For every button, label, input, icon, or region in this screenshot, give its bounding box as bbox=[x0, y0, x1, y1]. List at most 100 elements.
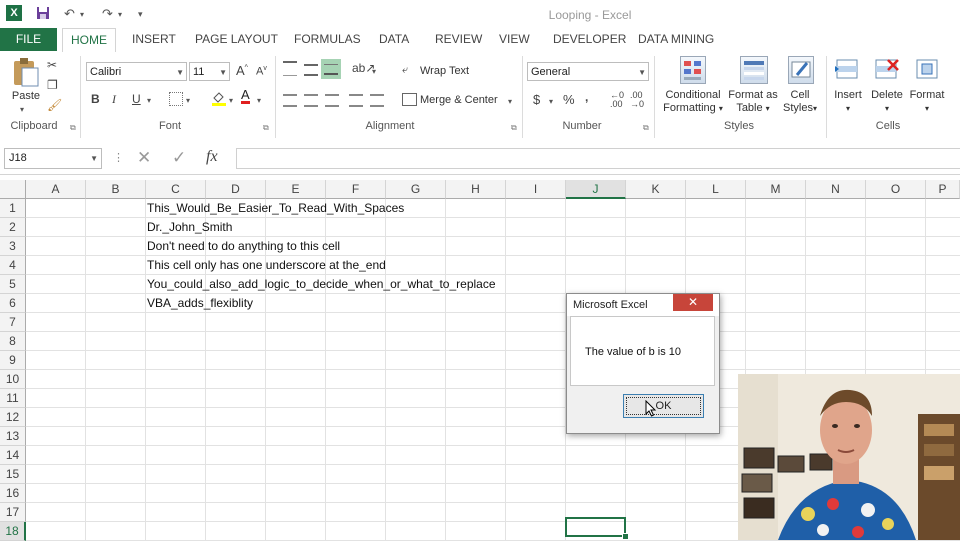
font-color-dropdown-icon[interactable]: ▾ bbox=[257, 96, 261, 105]
select-all-corner[interactable] bbox=[0, 180, 26, 199]
row-header-14[interactable]: 14 bbox=[0, 446, 26, 465]
fill-handle[interactable] bbox=[622, 533, 629, 540]
column-header-k[interactable]: K bbox=[626, 180, 686, 199]
tab-page-layout[interactable]: PAGE LAYOUT bbox=[195, 28, 278, 51]
format-as-table-button[interactable]: Format as Table ▾ bbox=[725, 89, 781, 115]
tab-review[interactable]: REVIEW bbox=[435, 28, 482, 51]
format-painter-icon[interactable]: 🖌 bbox=[47, 98, 62, 112]
close-icon[interactable]: ✕ bbox=[673, 294, 713, 311]
column-header-b[interactable]: B bbox=[86, 180, 146, 199]
number-format-select[interactable]: General ▼ bbox=[527, 62, 649, 81]
formula-bar-grip-icon[interactable]: ⋮ bbox=[113, 151, 124, 164]
underline-dropdown-icon[interactable]: ▾ bbox=[147, 96, 151, 105]
borders-icon[interactable] bbox=[169, 92, 183, 106]
increase-indent-icon[interactable] bbox=[370, 94, 384, 107]
cell-c3[interactable]: Don't need to do anything to this cell bbox=[147, 237, 340, 256]
row-header-2[interactable]: 2 bbox=[0, 218, 26, 237]
column-header-d[interactable]: D bbox=[206, 180, 266, 199]
ok-button[interactable]: OK bbox=[623, 394, 704, 418]
font-color-icon[interactable]: A bbox=[241, 88, 250, 104]
row-header-18[interactable]: 18 bbox=[0, 522, 26, 541]
insert-cells-button[interactable]: Insert ▾ bbox=[830, 89, 866, 115]
comma-style-icon[interactable]: , bbox=[585, 90, 588, 104]
column-header-j[interactable]: J bbox=[566, 180, 626, 199]
row-header-3[interactable]: 3 bbox=[0, 237, 26, 256]
formula-input[interactable] bbox=[236, 148, 960, 169]
tab-insert[interactable]: INSERT bbox=[132, 28, 176, 51]
row-header-11[interactable]: 11 bbox=[0, 389, 26, 408]
cell-c4[interactable]: This cell only has one underscore at the… bbox=[147, 256, 386, 275]
align-center-icon[interactable] bbox=[304, 94, 318, 107]
align-left-icon[interactable] bbox=[283, 94, 297, 107]
name-box[interactable]: J18 ▼ bbox=[4, 148, 102, 169]
orientation-dropdown-icon[interactable]: ▾ bbox=[372, 67, 376, 76]
merge-center-button[interactable]: Merge & Center bbox=[420, 94, 498, 106]
font-name-select[interactable]: Calibri ▼ bbox=[86, 62, 187, 81]
enter-icon[interactable]: ✓ bbox=[172, 148, 186, 168]
column-header-e[interactable]: E bbox=[266, 180, 326, 199]
paste-dropdown-icon[interactable]: ▾ bbox=[20, 105, 24, 114]
row-header-16[interactable]: 16 bbox=[0, 484, 26, 503]
row-header-4[interactable]: 4 bbox=[0, 256, 26, 275]
column-header-a[interactable]: A bbox=[26, 180, 86, 199]
row-header-10[interactable]: 10 bbox=[0, 370, 26, 389]
column-header-l[interactable]: L bbox=[686, 180, 746, 199]
row-header-1[interactable]: 1 bbox=[0, 199, 26, 218]
paste-icon[interactable] bbox=[10, 56, 42, 88]
alignment-launcher-icon[interactable]: ⧉ bbox=[511, 123, 517, 133]
row-header-5[interactable]: 5 bbox=[0, 275, 26, 294]
tab-developer[interactable]: DEVELOPER bbox=[553, 28, 626, 51]
column-header-h[interactable]: H bbox=[446, 180, 506, 199]
increase-font-icon[interactable]: A^ bbox=[236, 63, 248, 78]
cell-c1[interactable]: This_Would_Be_Easier_To_Read_With_Spaces bbox=[147, 199, 404, 218]
wrap-text-button[interactable]: Wrap Text bbox=[420, 65, 469, 77]
font-launcher-icon[interactable]: ⧉ bbox=[263, 123, 269, 133]
tab-view[interactable]: VIEW bbox=[499, 28, 530, 51]
column-header-n[interactable]: N bbox=[806, 180, 866, 199]
decrease-decimal-icon[interactable]: .00 →0 bbox=[630, 91, 644, 109]
format-cells-button[interactable]: Format ▾ bbox=[906, 89, 948, 115]
currency-icon[interactable]: $ bbox=[533, 92, 540, 107]
top-align-icon[interactable] bbox=[283, 61, 297, 76]
row-header-7[interactable]: 7 bbox=[0, 313, 26, 332]
row-header-15[interactable]: 15 bbox=[0, 465, 26, 484]
column-header-f[interactable]: F bbox=[326, 180, 386, 199]
decrease-font-icon[interactable]: Av bbox=[256, 65, 267, 78]
row-header-13[interactable]: 13 bbox=[0, 427, 26, 446]
column-header-p[interactable]: P bbox=[926, 180, 960, 199]
align-right-icon[interactable] bbox=[325, 94, 339, 107]
paste-button[interactable]: Paste bbox=[8, 90, 44, 103]
delete-cells-button[interactable]: Delete ▾ bbox=[868, 89, 906, 115]
row-header-12[interactable]: 12 bbox=[0, 408, 26, 427]
font-size-select[interactable]: 11 ▼ bbox=[189, 62, 230, 81]
cell-c5[interactable]: You_could_also_add_logic_to_decide_when_… bbox=[147, 275, 496, 294]
row-header-8[interactable]: 8 bbox=[0, 332, 26, 351]
decrease-indent-icon[interactable] bbox=[349, 94, 363, 107]
tab-home[interactable]: HOME bbox=[62, 28, 116, 53]
cell-c2[interactable]: Dr._John_Smith bbox=[147, 218, 232, 237]
column-header-c[interactable]: C bbox=[146, 180, 206, 199]
column-header-i[interactable]: I bbox=[506, 180, 566, 199]
percent-icon[interactable]: % bbox=[563, 92, 575, 107]
column-header-g[interactable]: G bbox=[386, 180, 446, 199]
tab-data-mining[interactable]: DATA MINING bbox=[638, 28, 714, 51]
merge-dropdown-icon[interactable]: ▾ bbox=[508, 97, 512, 106]
row-header-9[interactable]: 9 bbox=[0, 351, 26, 370]
tab-file[interactable]: FILE bbox=[0, 28, 57, 51]
column-header-o[interactable]: O bbox=[866, 180, 926, 199]
increase-decimal-icon[interactable]: ←0.00 bbox=[610, 91, 624, 109]
fill-color-icon[interactable] bbox=[211, 90, 227, 109]
cell-c6[interactable]: VBA_adds_flexiblity bbox=[147, 294, 253, 313]
underline-icon[interactable]: U bbox=[132, 92, 141, 106]
insert-function-icon[interactable]: fx bbox=[206, 148, 218, 166]
currency-dropdown-icon[interactable]: ▾ bbox=[549, 97, 553, 106]
cut-icon[interactable]: ✂ bbox=[47, 58, 57, 72]
copy-icon[interactable]: ❐ bbox=[47, 78, 58, 92]
column-header-m[interactable]: M bbox=[746, 180, 806, 199]
conditional-formatting-button[interactable]: Conditional Formatting ▾ bbox=[661, 89, 725, 115]
clipboard-launcher-icon[interactable]: ⧉ bbox=[70, 123, 76, 133]
tab-formulas[interactable]: FORMULAS bbox=[294, 28, 361, 51]
cancel-icon[interactable]: ✕ bbox=[137, 148, 151, 168]
italic-icon[interactable]: I bbox=[112, 92, 116, 107]
bottom-align-icon[interactable] bbox=[321, 59, 341, 79]
